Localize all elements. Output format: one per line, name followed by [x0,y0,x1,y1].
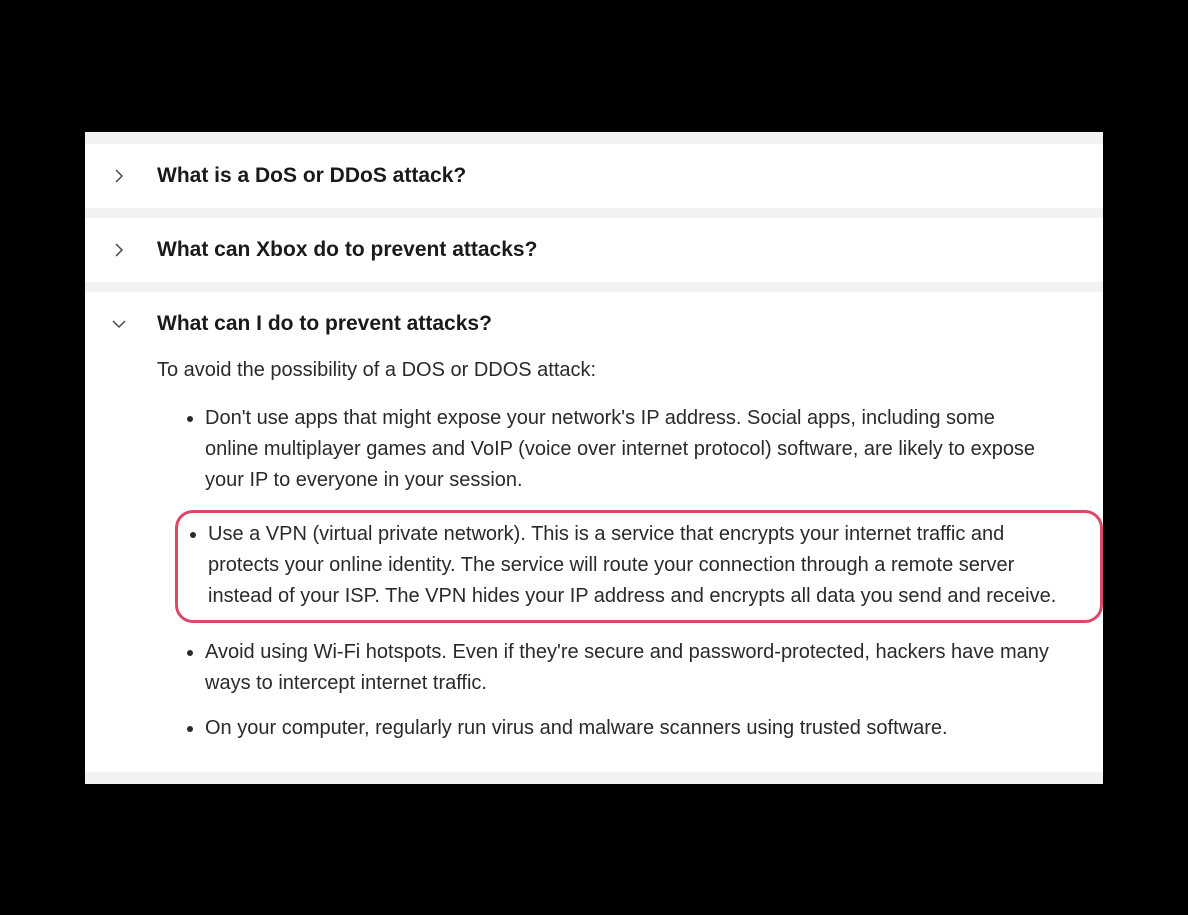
accordion-container: What is a DoS or DDoS attack? What can X… [85,132,1103,784]
chevron-down-icon [109,314,129,334]
list-item-highlighted: Use a VPN (virtual private network). Thi… [208,519,1076,612]
accordion-title: What can Xbox do to prevent attacks? [157,238,537,262]
accordion-content: To avoid the possibility of a DOS or DDO… [85,356,1103,772]
list-item: On your computer, regularly run virus an… [205,713,1079,744]
bullet-list: Don't use apps that might expose your ne… [157,403,1079,744]
accordion-header-user-prevent[interactable]: What can I do to prevent attacks? [85,292,1103,356]
list-item: Don't use apps that might expose your ne… [205,403,1079,496]
accordion-title: What is a DoS or DDoS attack? [157,164,466,188]
highlighted-item-wrapper: Use a VPN (virtual private network). Thi… [175,510,1103,623]
content-intro: To avoid the possibility of a DOS or DDO… [157,356,1079,385]
accordion-title: What can I do to prevent attacks? [157,312,492,336]
list-item: Avoid using Wi-Fi hotspots. Even if they… [205,637,1079,699]
accordion-item-user-prevent: What can I do to prevent attacks? To avo… [85,292,1103,772]
accordion-item-xbox-prevent: What can Xbox do to prevent attacks? [85,218,1103,282]
accordion-item-dos-ddos: What is a DoS or DDoS attack? [85,144,1103,208]
accordion-header-xbox-prevent[interactable]: What can Xbox do to prevent attacks? [85,218,1103,282]
chevron-right-icon [109,166,129,186]
accordion-header-dos-ddos[interactable]: What is a DoS or DDoS attack? [85,144,1103,208]
chevron-right-icon [109,240,129,260]
